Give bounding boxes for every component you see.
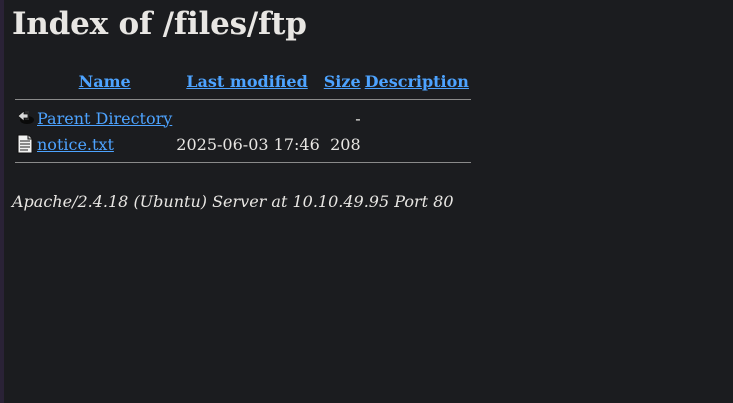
row-size: - — [355, 108, 361, 128]
row-description — [363, 105, 471, 131]
sort-by-name-link[interactable]: Name — [79, 72, 131, 91]
header-description: Description — [363, 68, 471, 94]
header-size: Size — [322, 68, 363, 94]
parent-directory-link[interactable]: Parent Directory — [37, 109, 172, 128]
sort-by-size-link[interactable]: Size — [324, 72, 361, 91]
table-row: Parent Directory - — [15, 105, 471, 131]
table-row: notice.txt 2025-06-03 17:46 208 — [15, 131, 471, 157]
header-name: Name — [35, 68, 174, 94]
table-header-row: Name Last modified Size Description — [15, 68, 471, 94]
file-table: Name Last modified Size Description Pare… — [15, 68, 471, 168]
sort-by-description-link[interactable]: Description — [365, 72, 469, 91]
text-file-icon — [15, 131, 35, 157]
page-title: Index of /files/ftp — [12, 6, 307, 42]
row-last-modified: 2025-06-03 17:46 — [176, 134, 320, 154]
row-last-modified — [174, 105, 321, 131]
header-icon-column — [15, 68, 35, 94]
row-name-cell: Parent Directory — [35, 105, 174, 131]
sort-by-last-modified-link[interactable]: Last modified — [186, 72, 307, 91]
top-divider — [15, 99, 471, 100]
header-last-modified: Last modified — [174, 68, 321, 94]
window-edge — [0, 0, 4, 403]
bottom-divider-row — [15, 157, 471, 168]
back-icon — [15, 105, 35, 131]
row-size: 208 — [330, 134, 361, 154]
file-link-notice-txt[interactable]: notice.txt — [37, 135, 114, 154]
server-signature: Apache/2.4.18 (Ubuntu) Server at 10.10.4… — [12, 192, 454, 211]
top-divider-row — [15, 94, 471, 105]
bottom-divider — [15, 162, 471, 163]
row-name-cell: notice.txt — [35, 131, 174, 157]
row-description — [363, 131, 471, 157]
